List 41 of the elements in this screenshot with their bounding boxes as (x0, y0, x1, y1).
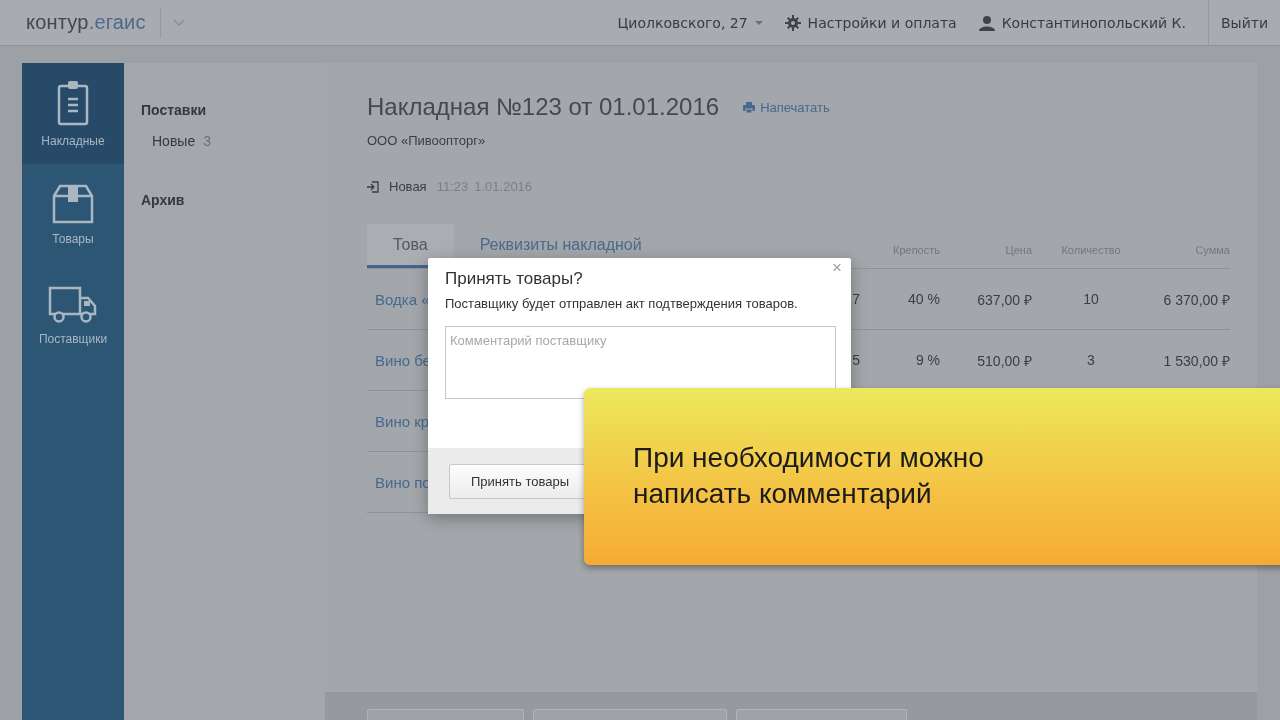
table-cell-text: 510,00 ₽ (977, 351, 1032, 370)
logo[interactable]: контур.егаис (26, 11, 146, 34)
logout-link[interactable]: Выйти (1221, 14, 1268, 31)
dialog-message: Поставщику будет отправлен акт подтверждения товаров. (445, 296, 798, 311)
truck-icon (48, 285, 98, 324)
print-link[interactable]: Напечатать (743, 99, 830, 115)
product-link[interactable]: Вино кр (375, 412, 430, 430)
hint-text: При необходимости можно написать комментарий (633, 441, 985, 511)
table-cell: 9 % (915, 352, 940, 368)
table-cell-text: 6 370,00 ₽ (1163, 290, 1230, 309)
status-label: Новая (389, 179, 427, 194)
subnav-item[interactable]: Новые (152, 133, 196, 149)
table-cell-text: 1 530,00 ₽ (1163, 351, 1230, 370)
table-cell: 40 % (908, 291, 940, 307)
supplier-name: ООО «Пивоопторг» (367, 133, 486, 148)
chevron-down-icon (172, 18, 185, 27)
user-name[interactable]: Константинопольский К. (1001, 14, 1186, 31)
table-cell: 3 (1087, 352, 1095, 368)
dialog-title: Принять товары? (445, 269, 583, 289)
settings-icon (784, 14, 801, 31)
section-heading[interactable]: Архив (141, 192, 185, 208)
printer-icon (743, 101, 756, 113)
table-cell: 7 (852, 291, 860, 307)
nav-item[interactable]: Накладные (22, 63, 124, 164)
document-title: Накладная №123 от 01.01.2016 (367, 93, 720, 121)
nav-item[interactable]: Поставщики (22, 265, 124, 366)
close-button[interactable]: × (832, 258, 842, 278)
box-icon (52, 183, 94, 224)
table-cell-text: 637,00 ₽ (977, 290, 1032, 309)
table-cell: 5 (852, 352, 860, 368)
user-icon (978, 14, 995, 31)
entry-icon (367, 180, 379, 193)
tab[interactable]: Това (367, 224, 454, 268)
table-cell: 10 (1083, 291, 1099, 307)
address-selector[interactable]: Циолковского, 27 (617, 14, 748, 31)
nav-item[interactable]: Товары (22, 164, 124, 265)
caret-icon (754, 20, 763, 25)
settings-link[interactable]: Настройки и оплата (807, 14, 957, 31)
tab[interactable]: Реквизиты накладной (453, 235, 668, 254)
clipboard-icon (57, 79, 89, 126)
section-heading[interactable]: Поставки (141, 102, 207, 118)
